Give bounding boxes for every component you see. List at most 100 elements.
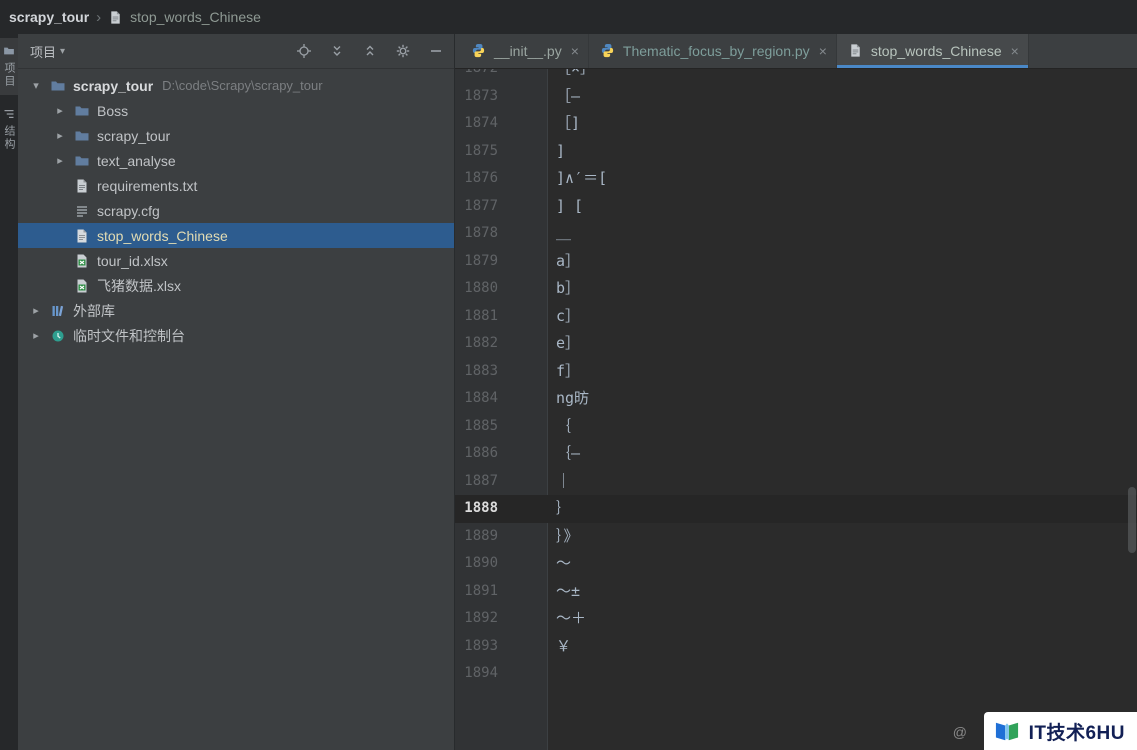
tree-item-feizhu-data-xlsx[interactable]: 飞猪数据.xlsx	[18, 273, 454, 298]
expand-all-icon[interactable]	[329, 43, 345, 59]
line-number: 1881	[464, 307, 498, 324]
tree-item-scrapy-tour-root[interactable]: ▾ scrapy_tour D:\code\Scrapy\scrapy_tour	[18, 73, 454, 98]
library-icon	[50, 303, 66, 319]
scratches-icon	[50, 328, 66, 344]
line-text[interactable]	[548, 660, 556, 688]
tab-init-py[interactable]: __init__.py ×	[460, 34, 589, 68]
line-text[interactable]: ]∧′＝[	[548, 165, 607, 193]
editor-line[interactable]: 1874 ［]	[455, 110, 1137, 138]
chevron-collapsed-icon[interactable]: ▸	[28, 329, 44, 342]
tree-item-scrapy-tour[interactable]: ▸ scrapy_tour	[18, 123, 454, 148]
line-text[interactable]: ［—	[548, 83, 580, 111]
editor-line[interactable]: 1893 ￥	[455, 633, 1137, 661]
line-text[interactable]: c］	[548, 303, 580, 331]
tree-item-label: 飞猪数据.xlsx	[97, 277, 181, 294]
editor-line-current[interactable]: 1888 ｝	[455, 495, 1137, 523]
editor-line[interactable]: 1880 b］	[455, 275, 1137, 303]
line-number: 1887	[464, 472, 498, 489]
editor-line[interactable]: 1875]	[455, 138, 1137, 166]
editor[interactable]: 1872［×］ 1873 ［— 1874 ［] 1875] 1876]∧′＝[ 18…	[455, 69, 1137, 750]
watermark-text: IT技术6HU	[1028, 722, 1125, 744]
editor-line[interactable]: 1881 c］	[455, 303, 1137, 331]
tab-thematic-focus-by-region-py[interactable]: Thematic_focus_by_region.py ×	[589, 34, 837, 68]
breadcrumb-project[interactable]: scrapy_tour	[9, 9, 89, 25]
editor-line[interactable]: 1886 ｛—	[455, 440, 1137, 468]
editor-line[interactable]: 1885 ｛	[455, 413, 1137, 441]
line-number: 1891	[464, 582, 498, 599]
config-file-icon	[74, 203, 90, 219]
line-text[interactable]: ｛	[548, 413, 571, 441]
line-text[interactable]: ～	[548, 550, 571, 578]
line-text[interactable]: ￥	[548, 633, 571, 661]
line-text[interactable]: b］	[548, 275, 580, 303]
locate-file-icon[interactable]	[296, 43, 312, 59]
close-icon[interactable]: ×	[1011, 44, 1019, 58]
line-text[interactable]: ［×］	[548, 69, 595, 83]
editor-code-area[interactable]: 1872［×］ 1873 ［— 1874 ［] 1875] 1876]∧′＝[ 18…	[455, 69, 1137, 688]
editor-line[interactable]: 1889 ｝》	[455, 523, 1137, 551]
tree-item-label: scrapy.cfg	[97, 202, 160, 219]
line-text[interactable]: ng昉	[548, 385, 589, 413]
chevron-expanded-icon[interactable]: ▾	[28, 79, 44, 92]
editor-line[interactable]: 1877] [	[455, 193, 1137, 221]
line-text[interactable]: ]	[548, 138, 565, 166]
editor-line[interactable]: 1876]∧′＝[	[455, 165, 1137, 193]
chevron-collapsed-icon[interactable]: ▸	[52, 154, 68, 167]
tree-item-text-analyse[interactable]: ▸ text_analyse	[18, 148, 454, 173]
tab-stop-words-chinese[interactable]: stop_words_Chinese ×	[836, 34, 1029, 68]
line-text[interactable]: e］	[548, 330, 580, 358]
line-text[interactable]: ｝	[548, 495, 571, 523]
tree-item-external-libraries[interactable]: ▸ 外部库	[18, 298, 454, 323]
close-icon[interactable]: ×	[819, 44, 827, 58]
project-view-selector[interactable]: 项目 ▾	[30, 42, 65, 61]
breadcrumb: scrapy_tour › stop_words_Chinese	[0, 0, 1137, 34]
pycharm-window: scrapy_tour › stop_words_Chinese 项目 结构 项…	[0, 0, 1137, 750]
tree-item-scrapy-cfg[interactable]: scrapy.cfg	[18, 198, 454, 223]
editor-line[interactable]: 1879 a］	[455, 248, 1137, 276]
collapse-all-icon[interactable]	[362, 43, 378, 59]
settings-gear-icon[interactable]	[395, 43, 411, 59]
chevron-collapsed-icon[interactable]: ▸	[52, 129, 68, 142]
tab-label: stop_words_Chinese	[870, 43, 1002, 59]
editor-line[interactable]: 1894	[455, 660, 1137, 688]
line-text[interactable]: ～±	[548, 578, 580, 606]
chevron-collapsed-icon[interactable]: ▸	[52, 104, 68, 117]
editor-line[interactable]: 1878 ＿	[455, 220, 1137, 248]
line-text[interactable]: ｝》	[548, 523, 579, 551]
chevron-collapsed-icon[interactable]: ▸	[28, 304, 44, 317]
line-text[interactable]: ＿	[548, 220, 571, 248]
line-text[interactable]: ［]	[548, 110, 580, 138]
tree-item-tour-id-xlsx[interactable]: tour_id.xlsx	[18, 248, 454, 273]
tree-item-scratches-consoles[interactable]: ▸ 临时文件和控制台	[18, 323, 454, 348]
editor-line[interactable]: 1884 ng昉	[455, 385, 1137, 413]
folder-icon	[50, 78, 66, 94]
python-icon	[471, 43, 487, 59]
editor-line[interactable]: 1873 ［—	[455, 83, 1137, 111]
python-icon	[600, 43, 616, 59]
line-text[interactable]: ～＋	[548, 605, 586, 633]
editor-line[interactable]: 1892 ～＋	[455, 605, 1137, 633]
stripe-item-project[interactable]: 项目	[0, 38, 18, 95]
editor-pane: __init__.py × Thematic_focus_by_region.p…	[455, 34, 1137, 750]
editor-scrollbar-thumb[interactable]	[1128, 487, 1136, 553]
line-number: 1874	[464, 115, 498, 131]
editor-line[interactable]: 1887 ｜	[455, 468, 1137, 496]
stripe-item-structure[interactable]: 结构	[0, 101, 18, 158]
close-icon[interactable]: ×	[571, 44, 579, 58]
editor-line[interactable]: 1882 e］	[455, 330, 1137, 358]
editor-line[interactable]: 1890 ～	[455, 550, 1137, 578]
tree-item-requirements-txt[interactable]: requirements.txt	[18, 173, 454, 198]
line-text[interactable]: a］	[548, 248, 580, 276]
stripe-item-label: 项目	[3, 62, 15, 88]
line-text[interactable]: f］	[548, 358, 580, 386]
editor-line[interactable]: 1891 ～±	[455, 578, 1137, 606]
line-text[interactable]: ｛—	[548, 440, 580, 468]
tree-item-boss[interactable]: ▸ Boss	[18, 98, 454, 123]
hide-panel-icon[interactable]	[428, 43, 444, 59]
breadcrumb-file[interactable]: stop_words_Chinese	[130, 9, 261, 25]
line-text[interactable]: ] [	[548, 193, 583, 221]
editor-line[interactable]: 1883 f］	[455, 358, 1137, 386]
line-text[interactable]: ｜	[548, 468, 571, 496]
editor-line[interactable]: 1872［×］	[455, 69, 1137, 83]
tree-item-stop-words-chinese[interactable]: stop_words_Chinese	[18, 223, 454, 248]
